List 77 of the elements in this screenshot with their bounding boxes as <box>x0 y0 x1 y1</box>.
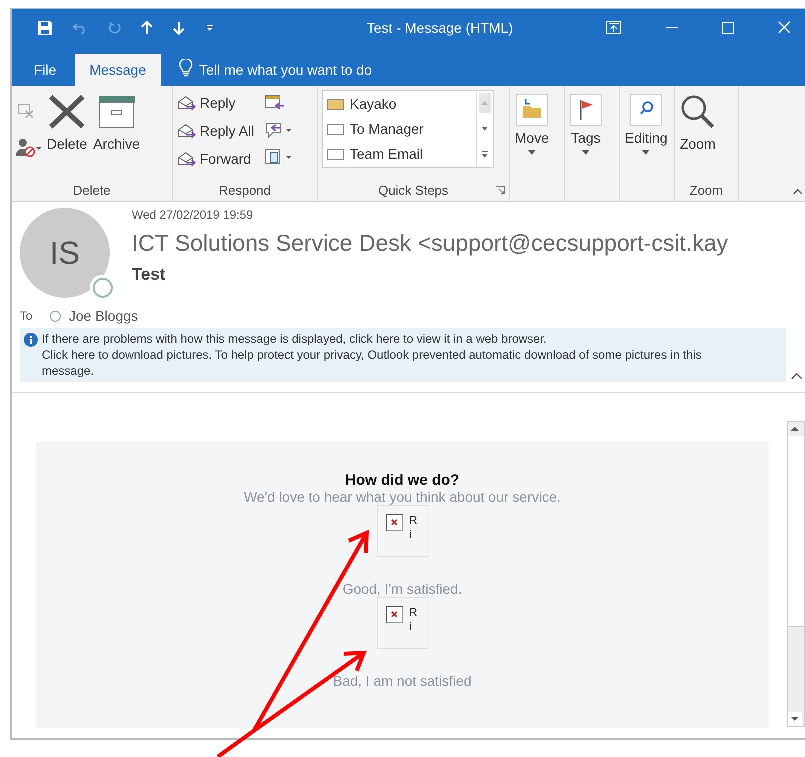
survey-title: How did we do? <box>345 472 460 489</box>
collapse-header-icon[interactable] <box>791 373 803 380</box>
up-arrow-icon[interactable] <box>141 20 153 34</box>
collapse-ribbon-icon[interactable] <box>793 189 803 195</box>
quick-step-item[interactable]: Team Email <box>327 146 476 162</box>
archive-button[interactable]: Archive <box>92 90 142 156</box>
dialog-launcher-icon[interactable] <box>496 186 505 195</box>
dropdown-icon <box>582 150 590 155</box>
lightbulb-icon <box>179 59 194 77</box>
down-arrow-icon[interactable] <box>173 20 185 34</box>
close-icon[interactable] <box>778 21 791 34</box>
dropdown-icon <box>642 150 650 155</box>
sent-date: Wed 27/02/2019 19:59 <box>132 208 254 222</box>
ribbon-tab[interactable]: Message <box>74 54 162 86</box>
delete-button[interactable]: Delete <box>46 90 88 156</box>
respond-button[interactable]: Reply <box>177 92 254 114</box>
minimize-icon[interactable] <box>666 26 678 28</box>
ribbon-button[interactable]: Tags <box>569 90 603 159</box>
maximize-icon[interactable] <box>722 22 734 34</box>
block-sender-icon[interactable] <box>16 138 42 158</box>
info-message: Click here to download pictures. To help protect your privacy, Outlook prevented automatic download of some pictures in this message. <box>42 347 703 379</box>
window-title: Test - Message (HTML) <box>366 20 514 36</box>
delete-icon <box>48 94 86 130</box>
magnifier-icon <box>680 94 716 130</box>
message-subject: Test <box>132 265 167 285</box>
im-reply-icon[interactable] <box>264 121 294 139</box>
option-label: Good, I'm satisfied. <box>342 581 462 597</box>
zoom-button[interactable]: Zoom <box>679 90 717 156</box>
ribbon-tab[interactable]: File <box>22 54 69 86</box>
envelope-arrow-icon <box>177 95 197 111</box>
scroll-down-icon[interactable] <box>788 712 802 726</box>
alt-text: R <box>410 514 418 528</box>
quick-step-item[interactable]: To Manager <box>327 120 476 137</box>
avatar: IS <box>20 208 110 298</box>
recipient-name[interactable]: Joe Bloggs <box>69 308 138 324</box>
scroll-thumb[interactable] <box>788 436 804 627</box>
broken-image[interactable]: R i <box>376 597 428 649</box>
to-label: To <box>20 309 34 323</box>
option-label: Bad, I am not satisfied <box>333 673 472 689</box>
alt-text: i <box>410 528 413 542</box>
respond-button[interactable]: Reply All <box>177 120 254 142</box>
archive-icon <box>98 94 136 130</box>
group-label: Quick Steps <box>378 182 449 198</box>
quick-step-item[interactable]: Kayako <box>327 96 476 112</box>
broken-image-icon <box>386 514 404 532</box>
flag-icon <box>570 94 602 126</box>
dropdown-icon <box>528 150 536 155</box>
broken-image[interactable]: R i <box>376 505 428 557</box>
ribbon-button[interactable]: Editing <box>624 90 669 159</box>
survey-subtitle: We'd love to hear what you think about our service. <box>244 489 561 505</box>
search-icon <box>630 94 662 126</box>
broken-image-icon <box>386 606 404 624</box>
info-message: If there are problems with how this message is displayed, click here to view it in a web browser. <box>42 331 548 347</box>
tell-me-field[interactable]: Tell me what you want to do <box>199 54 440 86</box>
customize-icon[interactable] <box>205 22 215 32</box>
quick-step-icon <box>327 147 345 162</box>
envelope-arrow-icon <box>177 151 197 167</box>
folder-icon <box>516 94 548 126</box>
sender-name[interactable]: ICT Solutions Service Desk <support@cecsupport-csit.kay <box>132 230 728 257</box>
more-respond-icon[interactable] <box>264 148 294 166</box>
meeting-reply-icon[interactable] <box>264 94 286 112</box>
quick-step-icon <box>327 96 345 111</box>
envelope-arrow-icon <box>177 123 197 139</box>
presence-icon <box>50 310 61 322</box>
info-icon <box>24 333 38 347</box>
respond-button[interactable]: Forward <box>177 148 254 170</box>
scrollbar[interactable] <box>787 421 805 727</box>
ribbon-display-icon[interactable] <box>606 20 622 34</box>
quick-step-icon <box>327 122 345 136</box>
group-label: Zoom <box>690 182 724 198</box>
info-bar[interactable] <box>20 328 786 382</box>
ribbon-button[interactable]: Move <box>514 90 550 159</box>
alt-text: R <box>410 606 418 620</box>
group-label: Delete <box>73 182 111 198</box>
alt-text: i <box>410 620 413 634</box>
group-label: Respond <box>218 182 272 198</box>
save-icon[interactable] <box>37 20 53 36</box>
